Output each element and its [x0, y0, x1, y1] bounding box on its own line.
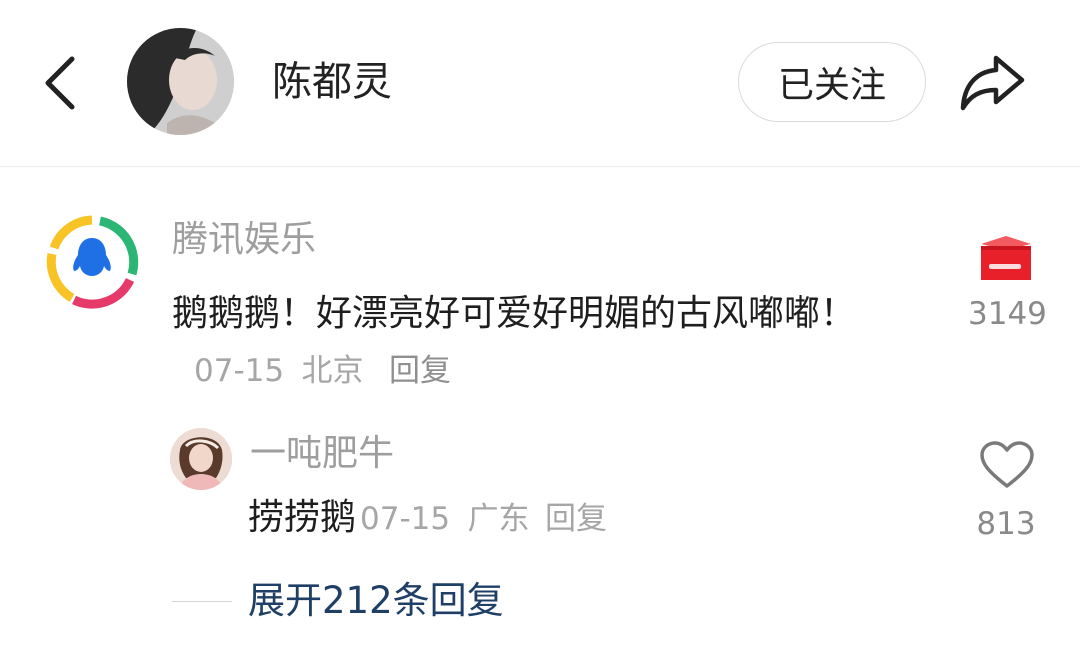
- chevron-left-icon: [45, 56, 75, 110]
- profile-avatar-image: [127, 28, 234, 135]
- reply-body: 捞捞鹅 07-15 广东 回复: [248, 492, 607, 545]
- reply-date: 07-15: [360, 501, 451, 537]
- back-button[interactable]: [40, 55, 84, 111]
- commenter-avatar[interactable]: [44, 214, 140, 310]
- page-title: 陈都灵: [272, 59, 392, 105]
- comment-body: 鹅鹅鹅！好漂亮好可爱好明媚的古风嘟嘟！ 07-15 北京 回复: [172, 286, 912, 399]
- share-button[interactable]: [958, 52, 1028, 112]
- comment-text: 鹅鹅鹅！好漂亮好可爱好明媚的古风嘟嘟！: [172, 293, 857, 334]
- expand-replies-link[interactable]: 展开212条回复: [248, 578, 504, 624]
- reply-reply-button[interactable]: 回复: [545, 501, 607, 537]
- reply-button[interactable]: 回复: [389, 353, 451, 389]
- top-bar: 陈都灵 已关注: [0, 0, 1080, 167]
- heart-icon: [980, 441, 1034, 488]
- comment-author[interactable]: 腾讯娱乐: [172, 218, 316, 262]
- tencent-penguin-logo: [46, 215, 139, 309]
- like-count: 813: [976, 506, 1036, 542]
- share-arrow-icon: [960, 55, 1025, 111]
- expand-divider: [172, 601, 232, 602]
- comment-location: 北京: [301, 353, 364, 389]
- gift-reaction-button[interactable]: [977, 234, 1035, 282]
- like-button[interactable]: [979, 440, 1035, 490]
- gift-box-icon: [981, 236, 1031, 280]
- reply-text: 捞捞鹅: [248, 497, 357, 538]
- reply-avatar-image: [170, 428, 232, 490]
- gift-count: 3149: [968, 296, 1047, 332]
- reply-author[interactable]: 一吨肥牛: [250, 432, 394, 476]
- follow-button[interactable]: 已关注: [738, 42, 926, 122]
- reply-location: 广东: [467, 501, 530, 537]
- comment-date: 07-15: [194, 353, 285, 389]
- reply-author-avatar[interactable]: [170, 428, 232, 490]
- profile-avatar[interactable]: [127, 28, 234, 135]
